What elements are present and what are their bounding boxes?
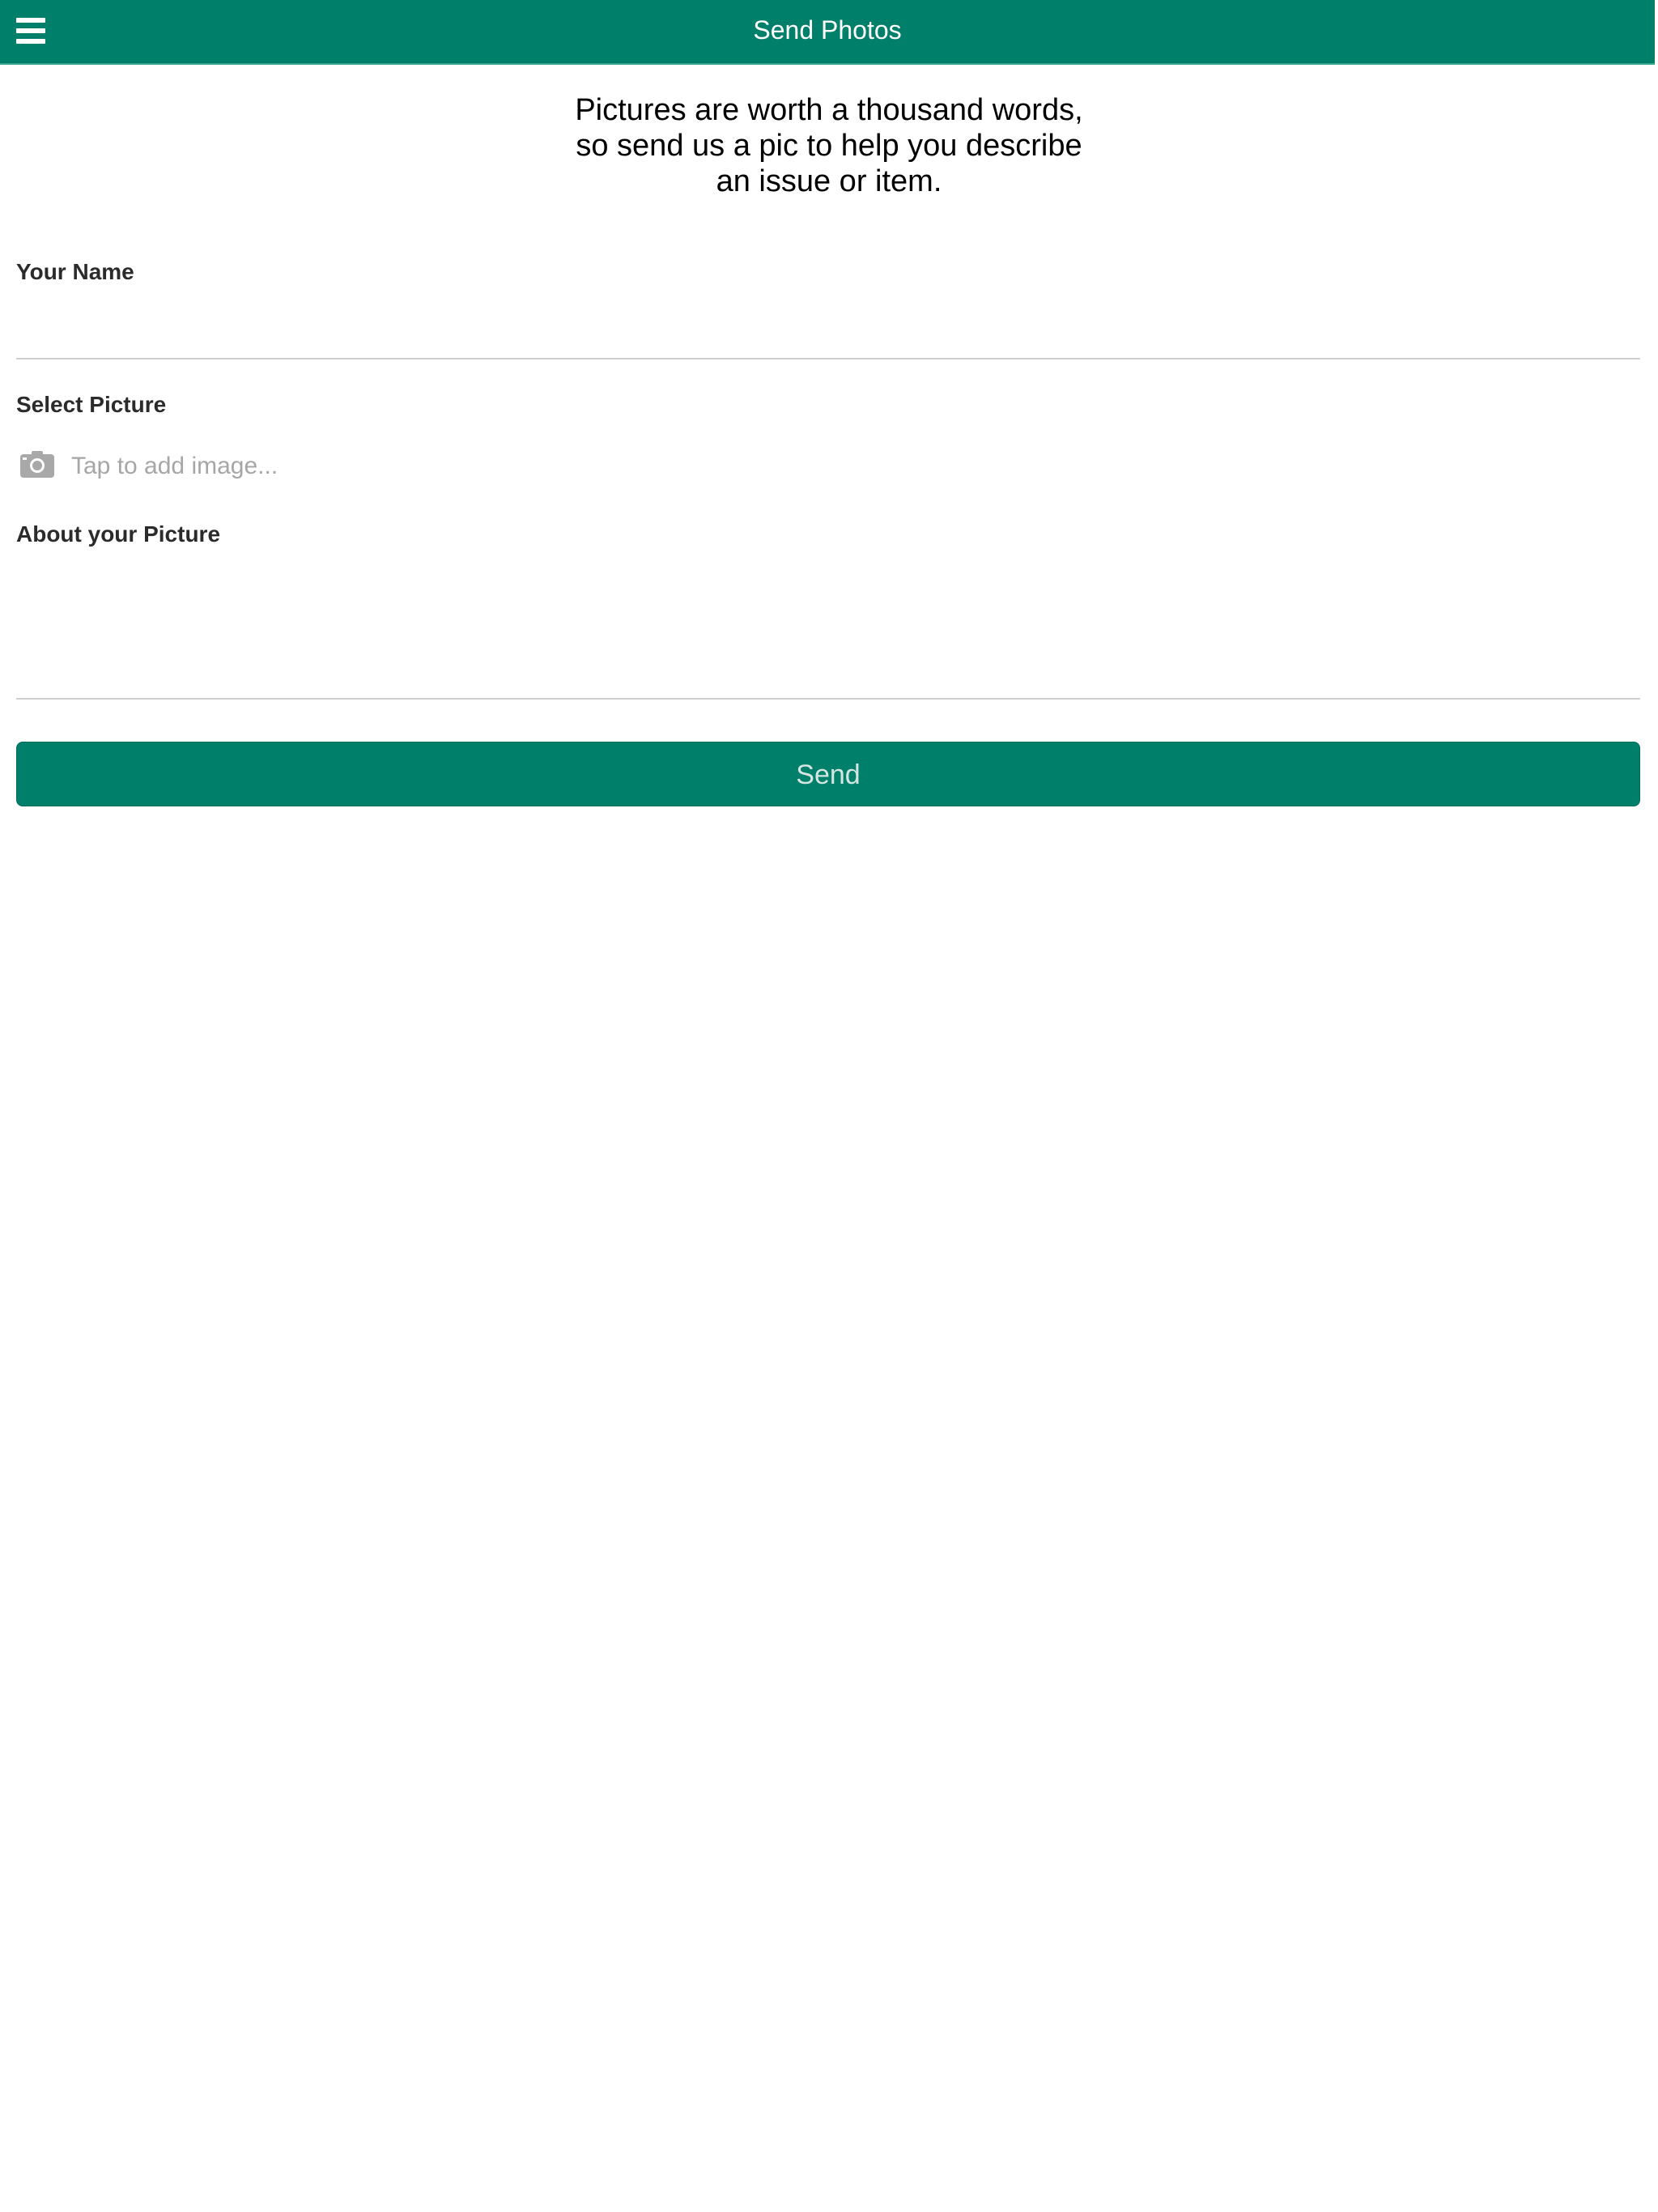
select-picture-picker[interactable]: Tap to add image... [16,447,664,486]
send-photos-screen: Send Photos Pictures are worth a thousan… [0,0,1658,2212]
about-picture-textarea[interactable] [16,559,1640,700]
select-picture-label: Select Picture [16,392,167,417]
your-name-input[interactable] [16,300,1640,359]
select-picture-placeholder: Tap to add image... [71,453,278,479]
page-title: Send Photos [753,15,902,45]
intro-text: Pictures are worth a thousand words, so … [575,93,1083,198]
top-navigation-bar: Send Photos [0,0,1655,65]
about-picture-label: About your Picture [16,521,221,547]
your-name-label: Your Name [16,259,134,284]
send-button[interactable]: Send [16,742,1640,806]
camera-icon [20,451,54,478]
